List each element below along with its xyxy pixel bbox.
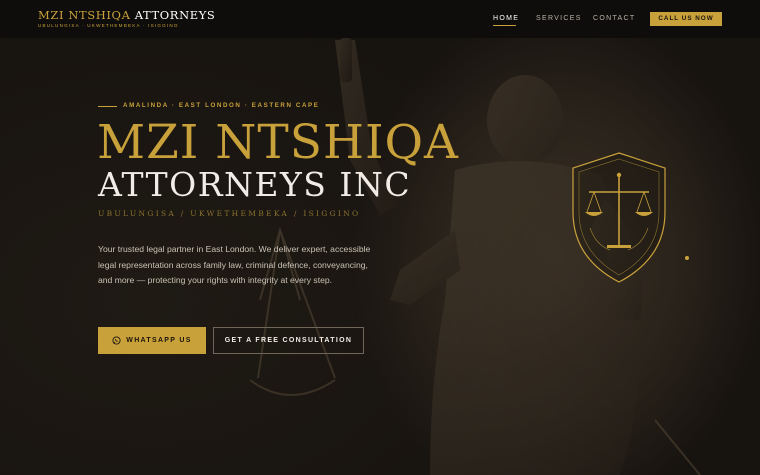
scales-of-justice-icon [572,152,666,283]
eyebrow-divider [98,106,117,107]
hero-title-line1: MZI NTSHIQA [97,115,459,170]
hero-tagline: UBULUNGISA / UKWETHEMBEKA / ISIGGINO [98,209,361,218]
free-consultation-label: GET A FREE CONSULTATION [224,337,353,344]
whatsapp-icon [112,336,121,345]
brand-name: MZI NTSHIQA ATTORNEYS [38,9,215,22]
free-consultation-button[interactable]: GET A FREE CONSULTATION [213,327,364,354]
nav-link-home[interactable]: HOME [493,15,519,22]
hero-title-line2: ATTORNEYS INC [98,165,412,204]
hero-description: Your trusted legal partner in East Londo… [98,244,371,285]
whatsapp-button[interactable]: WHATSAPP US [98,327,206,354]
carousel-dot[interactable] [685,256,689,260]
brand-logo[interactable]: MZI NTSHIQA ATTORNEYS UBULUNGISA · UKWET… [38,9,215,29]
brand-tagline: UBULUNGISA · UKWETHEMBEKA · ISIGGINO [38,23,179,28]
brand-name-white: ATTORNEYS [134,8,216,22]
whatsapp-button-label: WHATSAPP US [126,337,192,344]
nav-link-contact[interactable]: CONTACT [593,15,635,22]
top-navbar: MZI NTSHIQA ATTORNEYS UBULUNGISA · UKWET… [0,0,760,38]
call-us-now-button[interactable]: CALL US NOW [650,12,722,26]
hero-eyebrow: AMALINDA · EAST LONDON · EASTERN CAPE [123,102,320,109]
nav-active-underline [493,25,516,26]
nav-link-services[interactable]: SERVICES [536,15,582,22]
brand-name-gold: MZI NTSHIQA [38,8,131,22]
